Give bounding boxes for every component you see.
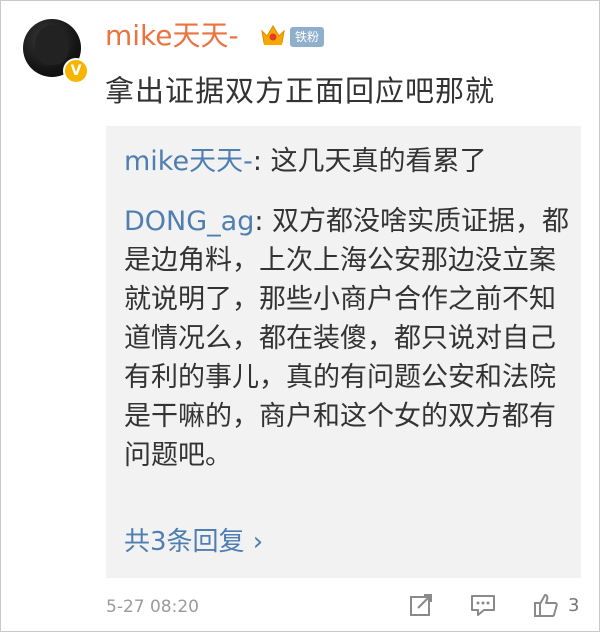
reply-text: 双方都没啥实质证据，都是边角料，上次上海公安那边没立案就说明了，那些小商户合作之… <box>124 206 570 471</box>
share-icon[interactable] <box>407 591 435 619</box>
like-count: 3 <box>568 595 580 616</box>
crown-icon <box>261 25 285 45</box>
verified-icon: V <box>63 58 89 84</box>
reply-item[interactable]: DONG_ag: 双方都没啥实质证据，都是边角料，上次上海公安那边没立案就说明了… <box>124 202 572 475</box>
reply-author[interactable]: DONG_ag <box>124 206 254 237</box>
reply-text: 这几天真的看累了 <box>270 146 487 177</box>
comment-text: 拿出证据双方正面回应吧那就 <box>105 74 496 108</box>
reply-separator: : <box>252 146 271 177</box>
comment-icon[interactable] <box>469 591 497 619</box>
comment-card: V mike天天- 铁粉 拿出证据双方正面回应吧那就 mike天天-: 这几天真… <box>0 0 600 632</box>
fan-badge: 铁粉 <box>290 27 325 47</box>
comment-username[interactable]: mike天天- <box>105 19 239 53</box>
reply-box[interactable]: mike天天-: 这几天真的看累了 DONG_ag: 双方都没啥实质证据，都是边… <box>106 126 581 578</box>
thumbs-up-icon[interactable] <box>532 591 560 619</box>
reply-item[interactable]: mike天天-: 这几天真的看累了 <box>124 142 572 181</box>
more-replies-link[interactable]: 共3条回复 › <box>124 524 263 560</box>
reply-author[interactable]: mike天天- <box>124 146 253 177</box>
avatar-figure <box>35 25 69 65</box>
reply-separator: : <box>254 206 273 237</box>
timestamp: 5-27 08:20 <box>106 597 199 617</box>
